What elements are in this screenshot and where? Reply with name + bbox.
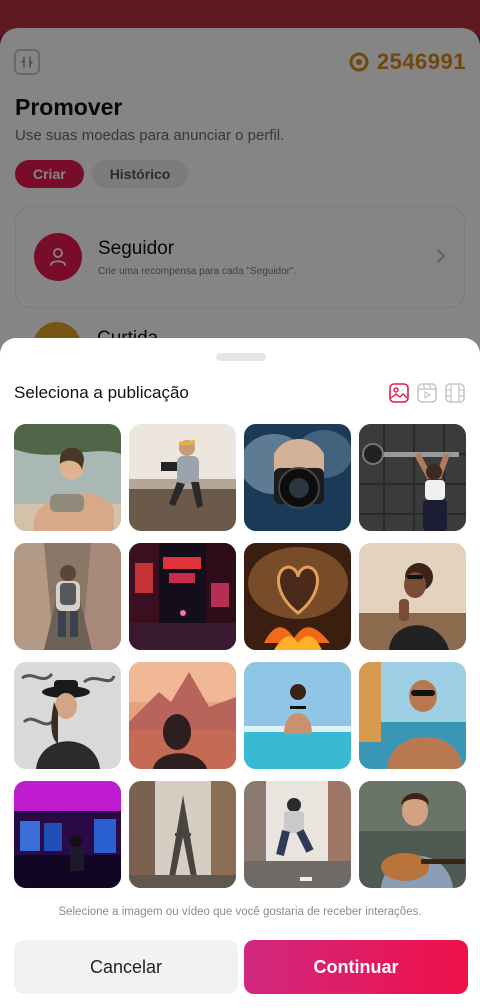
thumbnail-man-jumping-street[interactable] (244, 781, 351, 888)
media-filter-group (388, 382, 466, 404)
photo-image (14, 781, 121, 888)
thumbnail-eiffel-tower-street[interactable] (129, 781, 236, 888)
filter-reels-button[interactable] (416, 382, 438, 404)
photo-image (129, 424, 236, 531)
selection-hint: Selecione a imagem ou vídeo que você gos… (58, 906, 422, 918)
photo-image (244, 424, 351, 531)
thumbnail-man-with-guitar[interactable] (359, 781, 466, 888)
thumbnail-man-at-beach[interactable] (359, 662, 466, 769)
filter-images-button[interactable] (388, 382, 410, 404)
action-bar: Cancelar Continuar (14, 940, 468, 994)
sheet-header: Seleciona a publicação (14, 380, 466, 406)
thumbnail-woman-resting-outdoors[interactable] (14, 424, 121, 531)
photo-image (129, 781, 236, 888)
photo-image (359, 662, 466, 769)
photo-image (14, 543, 121, 650)
photo-image (359, 781, 466, 888)
thumbnail-photographer-on-rock[interactable] (129, 424, 236, 531)
filter-videos-button[interactable] (444, 382, 466, 404)
thumbnail-heart-hands-fire[interactable] (244, 543, 351, 650)
thumbnail-smiling-woman[interactable] (359, 543, 466, 650)
photo-image (244, 781, 351, 888)
thumbnail-arcade-neon[interactable] (14, 781, 121, 888)
sheet-drag-handle[interactable] (216, 353, 266, 361)
photo-image (359, 543, 466, 650)
cancel-button[interactable]: Cancelar (14, 940, 238, 994)
reels-filter-icon (417, 383, 437, 403)
thumbnail-woman-with-hat[interactable] (14, 662, 121, 769)
thumbnail-woman-in-alley[interactable] (14, 543, 121, 650)
sheet-title: Seleciona a publicação (14, 383, 189, 402)
photo-image (14, 662, 121, 769)
photo-image (129, 662, 236, 769)
thumbnail-neon-street[interactable] (129, 543, 236, 650)
photo-image (244, 662, 351, 769)
continue-button[interactable]: Continuar (244, 940, 468, 994)
thumbnail-woman-in-pool[interactable] (244, 662, 351, 769)
photo-image (14, 424, 121, 531)
thumbnail-camera-in-smoke[interactable] (244, 424, 351, 531)
photo-image (129, 543, 236, 650)
video-filter-icon (445, 383, 465, 403)
thumbnail-woman-sunset-mountains[interactable] (129, 662, 236, 769)
photo-image (244, 543, 351, 650)
image-filter-icon (389, 383, 409, 403)
select-publication-sheet: Seleciona a publicação Selecione a image… (0, 338, 480, 1008)
publication-grid (14, 424, 466, 888)
thumbnail-gym-pullup[interactable] (359, 424, 466, 531)
photo-image (359, 424, 466, 531)
